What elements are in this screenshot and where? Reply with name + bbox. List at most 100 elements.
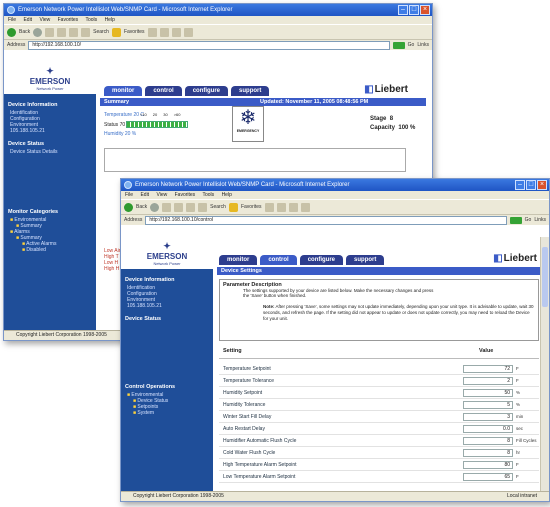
back-address-input[interactable]: http://192.168.100.10/ [28,40,390,50]
mail-icon[interactable] [171,27,181,37]
front-main-tabs: monitor control configure support [219,255,385,265]
back-arrow-icon[interactable] [7,27,16,37]
menu-tools[interactable]: Tools [85,17,97,23]
tab-configure[interactable]: configure [299,255,344,265]
setting-value-input[interactable]: 80 [463,460,513,469]
go-button[interactable] [392,41,405,49]
minimize-button[interactable]: – [398,5,408,15]
links-label[interactable]: Links [417,42,429,48]
go-label[interactable]: Go [408,42,415,48]
go-button[interactable] [509,216,522,224]
print-icon[interactable] [300,202,310,212]
stage-readout: Stage 8 [370,116,394,122]
sidebar-link[interactable]: Device Status Details [4,149,96,155]
setting-value-input[interactable]: 3 [463,412,513,421]
forward-arrow-icon[interactable] [150,202,160,212]
mail-icon[interactable] [288,202,298,212]
menu-edit[interactable]: Edit [140,192,149,198]
front-window-titlebar: Emerson Network Power Intellislot Web/SN… [121,179,549,191]
favorites-star-icon[interactable] [111,27,121,37]
media-icon[interactable] [264,202,274,212]
scrollbar-thumb[interactable] [542,247,548,307]
setting-unit: F [516,474,519,479]
sidebar-link[interactable]: 105.188.105.21 [121,303,213,309]
favorites-button-label[interactable]: Favorites [241,204,262,210]
forward-arrow-icon[interactable] [33,27,43,37]
front-page-content: ✦ EMERSON Network Power Device Informati… [121,237,549,492]
history-icon[interactable] [276,202,286,212]
parameter-description-line: the 'Save' button when finished. [243,293,307,298]
favorites-star-icon[interactable] [228,202,238,212]
menu-view[interactable]: View [39,17,50,23]
setting-name: High Temperature Alarm Setpoint [223,461,297,468]
close-button[interactable]: × [537,180,547,190]
search-icon[interactable] [198,202,208,212]
menu-edit[interactable]: Edit [23,17,32,23]
tree-item[interactable]: ■ Disabled [4,247,96,253]
tab-support[interactable]: support [231,86,270,96]
front-window-title: Emerson Network Power Intellislot Web/SN… [135,182,350,188]
refresh-icon[interactable] [174,202,184,212]
setting-value-input[interactable]: 8 [463,436,513,445]
print-icon[interactable] [183,27,193,37]
search-button-label[interactable]: Search [210,204,226,210]
setting-value-input[interactable]: 8 [463,448,513,457]
emerson-logo: ✦ EMERSON Network Power [121,237,213,269]
setting-value-input[interactable]: 5 [463,400,513,409]
links-label[interactable]: Links [534,217,546,223]
menu-tools[interactable]: Tools [202,192,214,198]
setting-value-input[interactable]: 50 [463,388,513,397]
ie-icon [124,181,132,189]
menu-help[interactable]: Help [222,192,232,198]
back-button-label[interactable]: Back [19,29,30,35]
maximize-button[interactable]: □ [409,5,419,15]
tree-item[interactable]: ■ System [121,410,213,416]
sidebar-link[interactable]: 105.188.105.21 [4,128,96,134]
menu-favorites[interactable]: Favorites [175,192,196,198]
table-row: Humidity Setpoint 50 % [219,387,539,399]
liebert-mark-icon: ◧ [364,84,374,95]
stop-icon[interactable] [162,202,172,212]
temperature-scale: <10 20 30 >60 [140,112,181,117]
refresh-icon[interactable] [57,27,67,37]
setting-value-input[interactable]: 65 [463,472,513,481]
stop-icon[interactable] [45,27,55,37]
settings-table-header: Setting Value [219,348,539,359]
tab-monitor[interactable]: monitor [104,86,143,96]
tab-control[interactable]: control [145,86,182,96]
menu-file[interactable]: File [125,192,133,198]
search-icon[interactable] [81,27,91,37]
tab-configure[interactable]: configure [184,86,229,96]
menu-file[interactable]: File [8,17,16,23]
go-label[interactable]: Go [525,217,532,223]
tab-control[interactable]: control [260,255,297,265]
setting-column-header: Setting [223,348,242,354]
history-icon[interactable] [159,27,169,37]
front-address-input[interactable]: http://192.168.100.10/control [145,215,507,225]
setting-value-input[interactable]: 72 [463,364,513,373]
favorites-button-label[interactable]: Favorites [124,29,145,35]
menu-favorites[interactable]: Favorites [58,17,79,23]
close-button[interactable]: × [420,5,430,15]
back-arrow-icon[interactable] [124,202,133,212]
media-icon[interactable] [147,27,157,37]
setting-unit: F [516,462,519,467]
emerson-logo-text: EMERSON [146,252,188,261]
menu-view[interactable]: View [156,192,167,198]
back-button-label[interactable]: Back [136,204,147,210]
setting-value-input[interactable]: 0.0 [463,424,513,433]
minimize-button[interactable]: – [515,180,525,190]
temperature-status-label: Status 70 [104,121,126,128]
alarm-list: Low Air High T Low H High H [104,248,120,272]
maximize-button[interactable]: □ [526,180,536,190]
settings-table: Temperature Setpoint 72 F Temperature To… [219,363,539,483]
vertical-scrollbar[interactable] [540,237,549,492]
tab-monitor[interactable]: monitor [219,255,258,265]
home-icon[interactable] [186,202,196,212]
home-icon[interactable] [69,27,79,37]
menu-help[interactable]: Help [105,17,115,23]
tab-support[interactable]: support [346,255,385,265]
setting-value-input[interactable]: 2 [463,376,513,385]
device-settings-bar: Device Settings [217,267,541,275]
search-button-label[interactable]: Search [93,29,109,35]
